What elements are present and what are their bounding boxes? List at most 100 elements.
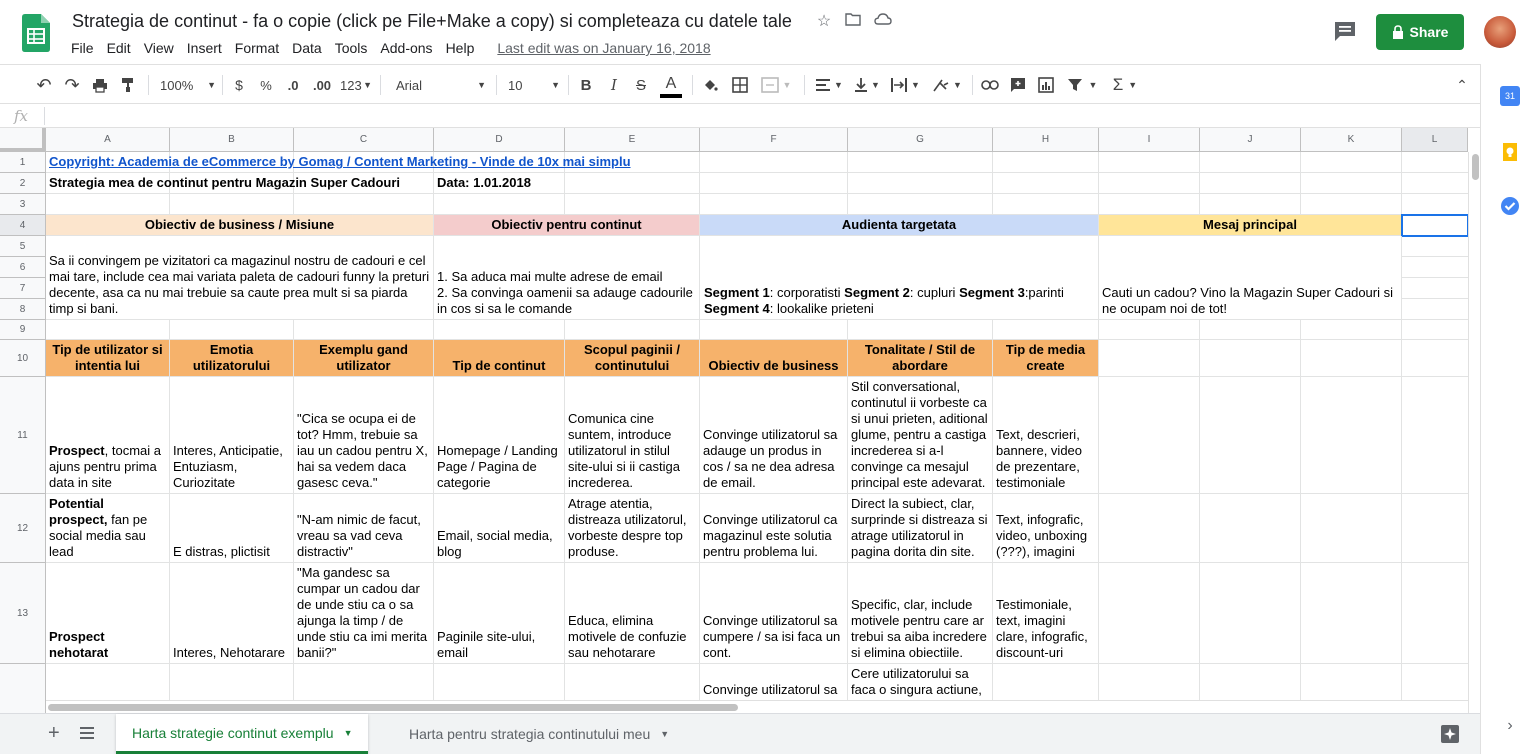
filter-icon[interactable]: ▼ — [1064, 74, 1100, 96]
insert-link-icon[interactable] — [980, 74, 1000, 96]
bold-button[interactable]: B — [578, 74, 594, 96]
row-header-11[interactable]: 11 — [0, 377, 46, 494]
insert-comment-icon[interactable] — [1008, 74, 1028, 96]
align-horizontal-icon[interactable]: ▼ — [814, 74, 844, 96]
text-wrap-icon[interactable]: ▼ — [888, 74, 922, 96]
column-header-g[interactable]: G — [848, 128, 993, 152]
tasks-icon[interactable] — [1500, 196, 1520, 216]
header-thought[interactable]: Exemplu gand utilizator — [294, 340, 434, 377]
select-all-corner[interactable] — [0, 128, 46, 152]
band-header-message[interactable]: Mesaj principal — [1099, 215, 1402, 236]
menu-data[interactable]: Data — [292, 40, 328, 58]
header-emotion[interactable]: Emotia utilizatorului — [170, 340, 294, 377]
row-header-12[interactable]: 12 — [0, 494, 46, 563]
percent-button[interactable]: % — [258, 74, 274, 96]
collapse-toolbar-icon[interactable]: ⌃ — [1452, 74, 1472, 96]
cell-f13[interactable]: Convinge utilizatorul sa cumpere / sa is… — [700, 563, 848, 664]
vertical-scrollbar[interactable] — [1468, 152, 1480, 713]
redo-icon[interactable]: ↷ — [62, 74, 82, 96]
header-media[interactable]: Tip de media create — [993, 340, 1099, 377]
explore-icon[interactable] — [1441, 725, 1459, 748]
cell-d13[interactable]: Paginile site-ului, email — [434, 563, 565, 664]
currency-button[interactable]: $ — [231, 74, 247, 96]
column-header-c[interactable]: C — [294, 128, 434, 152]
column-header-b[interactable]: B — [170, 128, 294, 152]
cell-a13[interactable]: Prospect nehotarat — [46, 563, 170, 664]
keep-icon[interactable] — [1500, 142, 1520, 162]
cell-e11[interactable]: Comunica cine suntem, introduce utilizat… — [565, 377, 700, 494]
cell-d2[interactable]: Data: 1.01.2018 — [434, 173, 565, 194]
cell-a11[interactable]: Prospect, tocmai a ajuns pentru prima da… — [46, 377, 170, 494]
borders-icon[interactable] — [730, 74, 750, 96]
cell-c11[interactable]: "Cica se ocupa ei de tot? Hmm, trebuie s… — [294, 377, 434, 494]
column-header-e[interactable]: E — [565, 128, 700, 152]
row-header-6[interactable]: 6 — [0, 257, 46, 278]
cell-b13[interactable]: Interes, Nehotarare — [170, 563, 294, 664]
move-folder-icon[interactable] — [843, 12, 863, 32]
text-color-button[interactable]: A — [660, 74, 682, 98]
cell-g11[interactable]: Stil conversational, continutul ii vorbe… — [848, 377, 993, 494]
more-formats-select[interactable]: 123 ▼ — [340, 74, 372, 96]
header-business[interactable]: Obiectiv de business — [700, 340, 848, 377]
column-header-i[interactable]: I — [1099, 128, 1200, 152]
column-header-j[interactable]: J — [1200, 128, 1301, 152]
header-purpose[interactable]: Scopul paginii / continutului — [565, 340, 700, 377]
column-header-f[interactable]: F — [700, 128, 848, 152]
cell-g13[interactable]: Specific, clar, include motivele pentru … — [848, 563, 993, 664]
menu-edit[interactable]: Edit — [107, 40, 137, 58]
functions-icon[interactable]: Σ ▼ — [1110, 74, 1140, 96]
chevron-down-icon[interactable]: ▼ — [344, 728, 353, 738]
text-rotation-icon[interactable]: ▼ — [930, 74, 964, 96]
row-header-2[interactable]: 2 — [0, 173, 46, 194]
menu-help[interactable]: Help — [446, 40, 481, 58]
horizontal-scrollbar[interactable] — [46, 700, 1468, 713]
strikethrough-button[interactable]: S — [632, 74, 650, 96]
band-header-mission[interactable]: Obiectiv de business / Misiune — [46, 215, 434, 236]
cell-mission[interactable]: Sa ii convingem pe vizitatori ca magazin… — [46, 236, 434, 320]
cell-content-goals[interactable]: 1. Sa aduca mai multe adrese de email 2.… — [434, 236, 700, 320]
chevron-down-icon[interactable]: ▼ — [660, 729, 669, 739]
column-header-k[interactable]: K — [1301, 128, 1402, 152]
calendar-icon[interactable]: 31 — [1500, 86, 1520, 106]
cell-a1[interactable]: Copyright: Academia de eCommerce by Goma… — [46, 152, 700, 173]
row-header-10[interactable]: 10 — [0, 340, 46, 377]
cell-h11[interactable]: Text, descrieri, bannere, video de preze… — [993, 377, 1099, 494]
row-header-9[interactable]: 9 — [0, 320, 46, 340]
column-header-a[interactable]: A — [46, 128, 170, 152]
row-header-4[interactable]: 4 — [0, 215, 46, 236]
cell-e12[interactable]: Atrage atentia, distreaza utilizatorul, … — [565, 494, 700, 563]
selected-cell-l4[interactable] — [1401, 214, 1468, 237]
column-header-d[interactable]: D — [434, 128, 565, 152]
vertical-scroll-thumb[interactable] — [1472, 154, 1479, 180]
menu-view[interactable]: View — [144, 40, 180, 58]
increase-decimal-button[interactable]: .00 — [310, 74, 334, 96]
header-user-type[interactable]: Tip de utilizator si intentia lui — [46, 340, 170, 377]
cell-a2[interactable]: Strategia mea de continut pentru Magazin… — [46, 173, 434, 194]
formula-bar[interactable]: fx — [0, 104, 1480, 128]
header-tone[interactable]: Tonalitate / Stil de abordare — [848, 340, 993, 377]
cell-g12[interactable]: Direct la subiect, clar, surprinde si di… — [848, 494, 993, 563]
cell-d11[interactable]: Homepage / Landing Page / Pagina de cate… — [434, 377, 565, 494]
font-select[interactable]: Arial ▼ — [396, 74, 486, 96]
expand-panel-icon[interactable]: › — [1500, 716, 1520, 736]
horizontal-scroll-thumb[interactable] — [48, 704, 738, 711]
column-header-h[interactable]: H — [993, 128, 1099, 152]
cell-c13[interactable]: "Ma gandesc sa cumpar un cadou dar de un… — [294, 563, 434, 664]
star-icon[interactable]: ☆ — [814, 12, 834, 32]
cell-h13[interactable]: Testimoniale, text, imagini clare, infog… — [993, 563, 1099, 664]
cell-f12[interactable]: Convinge utilizatorul ca magazinul este … — [700, 494, 848, 563]
cell-h12[interactable]: Text, infografic, video, unboxing (???),… — [993, 494, 1099, 563]
merge-cells-icon[interactable]: ▼ — [758, 74, 794, 96]
fill-color-icon[interactable] — [700, 74, 720, 96]
copyright-link[interactable]: Copyright: Academia de eCommerce by Goma… — [49, 154, 631, 170]
comments-icon[interactable] — [1333, 20, 1357, 42]
avatar[interactable] — [1484, 16, 1516, 48]
zoom-select[interactable]: 100% ▼ — [160, 74, 216, 96]
font-size-select[interactable]: 10 ▼ — [508, 74, 560, 96]
menu-addons[interactable]: Add-ons — [380, 40, 438, 58]
italic-button[interactable]: I — [606, 74, 622, 96]
menu-insert[interactable]: Insert — [187, 40, 228, 58]
menu-format[interactable]: Format — [235, 40, 285, 58]
cell-c12[interactable]: "N-am nimic de facut, vreau sa vad ceva … — [294, 494, 434, 563]
cell-b11[interactable]: Interes, Anticipatie, Entuziasm, Curiozi… — [170, 377, 294, 494]
